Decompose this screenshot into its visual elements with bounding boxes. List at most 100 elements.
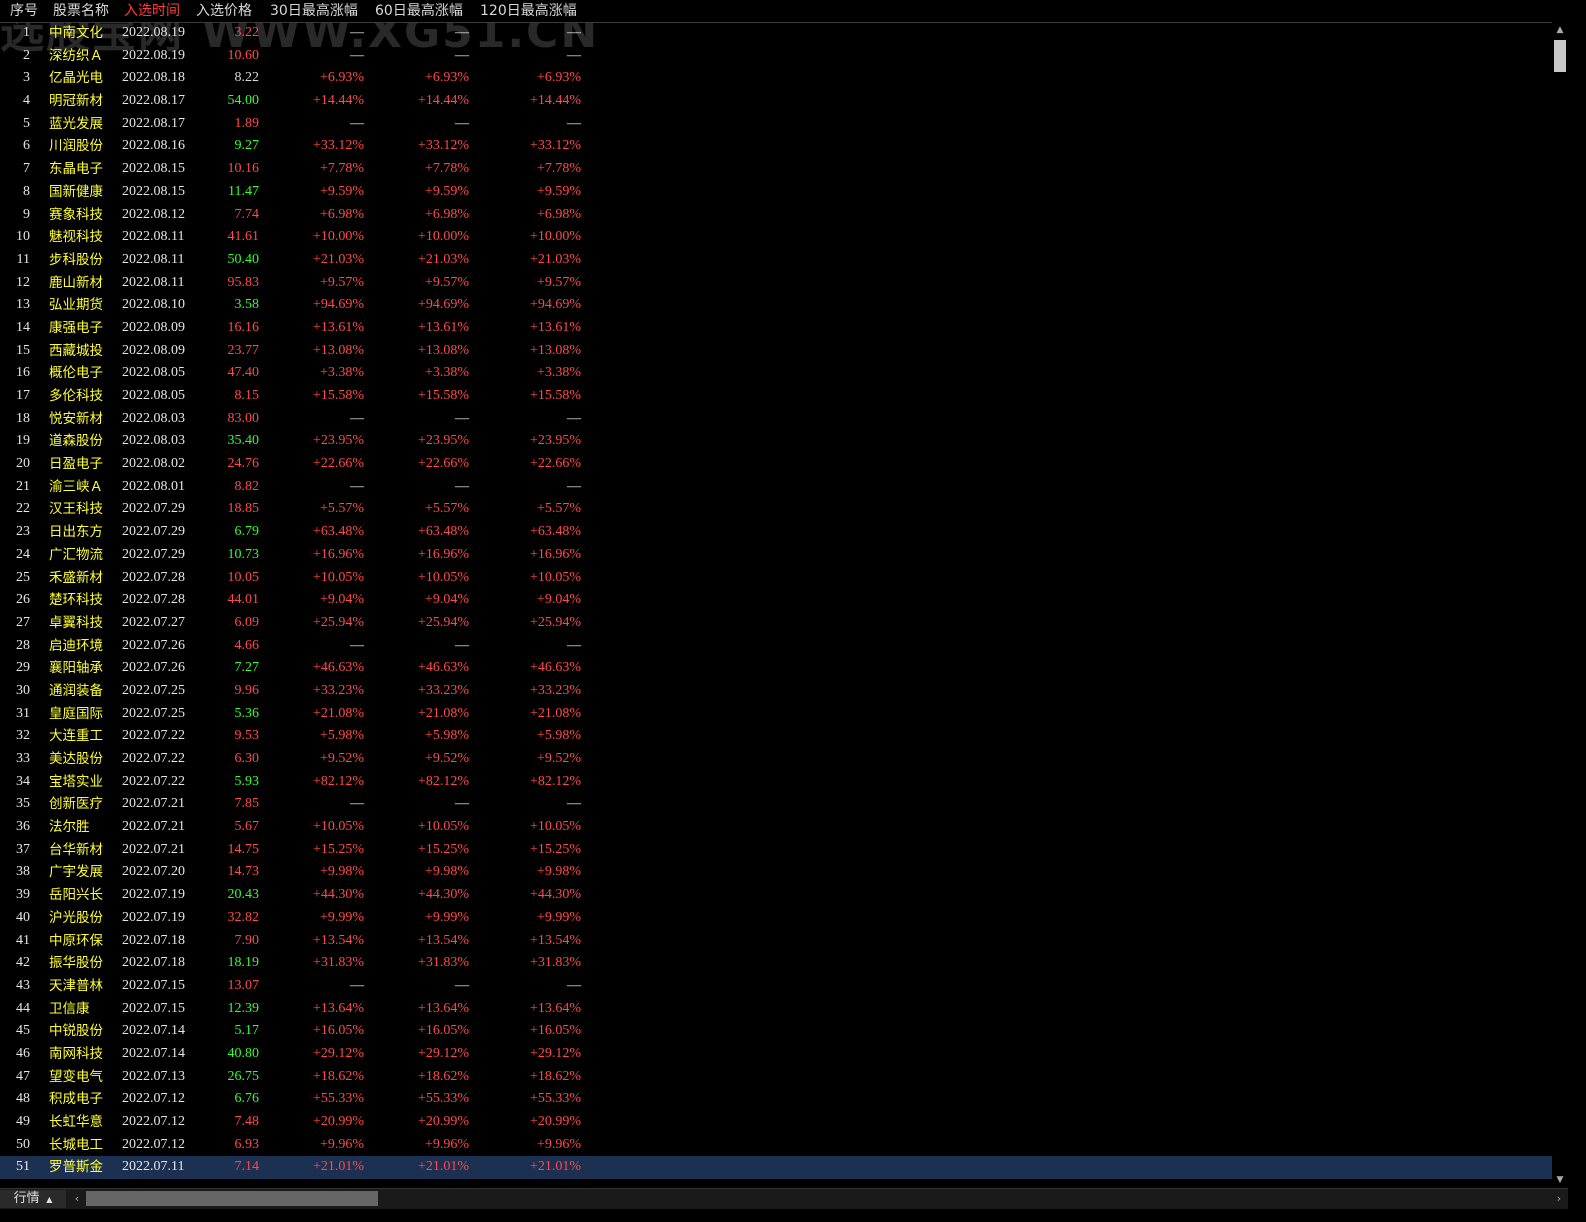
header-price[interactable]: 入选价格 (196, 0, 252, 22)
row-number: 39 (16, 887, 30, 903)
table-row[interactable]: 41 中原环保 2022.07.18 7.90 +13.54% +13.54% +13.54… (0, 930, 1552, 953)
table-row[interactable]: 21 渝三峡Ａ 2022.08.01 8.82 — — — (0, 476, 1552, 499)
gain-60d: — (455, 637, 469, 653)
gain-30d: — (350, 796, 364, 812)
table-row[interactable]: 16 概伦电子 2022.08.05 47.40 +3.38% +3.38% +3.38% (0, 362, 1552, 385)
header-name[interactable]: 股票名称 (53, 0, 109, 22)
table-row[interactable]: 24 广汇物流 2022.07.29 10.73 +16.96% +16.96% +16.9… (0, 544, 1552, 567)
stock-name: 渝三峡Ａ (49, 478, 103, 495)
vertical-scrollbar[interactable]: ▲ ▼ (1552, 22, 1568, 1188)
header-gain-60d[interactable]: 60日最高涨幅 (375, 0, 463, 22)
table-row[interactable]: 8 国新健康 2022.08.15 11.47 +9.59% +9.59% +9.59% (0, 181, 1552, 204)
row-number: 44 (16, 1000, 30, 1016)
table-row[interactable]: 38 广宇发展 2022.07.20 14.73 +9.98% +9.98% +9.98% (0, 861, 1552, 884)
table-row[interactable]: 32 大连重工 2022.07.22 9.53 +5.98% +5.98% +5.98% (0, 725, 1552, 748)
table-row[interactable]: 47 望变电气 2022.07.13 26.75 +18.62% +18.62% +18.6… (0, 1066, 1552, 1089)
table-row[interactable]: 37 台华新材 2022.07.21 14.75 +15.25% +15.25% +15.2… (0, 839, 1552, 862)
row-number: 51 (16, 1159, 30, 1175)
selection-date: 2022.08.09 (122, 342, 185, 358)
table-row[interactable]: 29 襄阳轴承 2022.07.26 7.27 +46.63% +46.63% +46.63… (0, 657, 1552, 680)
table-row[interactable]: 18 悦安新材 2022.08.03 83.00 — — — (0, 408, 1552, 431)
stock-name: 日盈电子 (49, 456, 103, 473)
table-row[interactable]: 39 岳阳兴长 2022.07.19 20.43 +44.30% +44.30% +44.3… (0, 884, 1552, 907)
table-row[interactable]: 23 日出东方 2022.07.29 6.79 +63.48% +63.48% +63.48… (0, 521, 1552, 544)
header-gain-30d[interactable]: 30日最高涨幅 (270, 0, 358, 22)
row-number: 12 (16, 274, 30, 290)
table-row[interactable]: 22 汉王科技 2022.07.29 18.85 +5.57% +5.57% +5.57% (0, 498, 1552, 521)
table-row[interactable]: 33 美达股份 2022.07.22 6.30 +9.52% +9.52% +9.52% (0, 748, 1552, 771)
selection-price: 54.00 (227, 93, 260, 109)
table-row[interactable]: 20 日盈电子 2022.08.02 24.76 +22.66% +22.66% +22.6… (0, 453, 1552, 476)
table-row[interactable]: 12 鹿山新材 2022.08.11 95.83 +9.57% +9.57% +9.57% (0, 272, 1552, 295)
table-row[interactable]: 30 通润装备 2022.07.25 9.96 +33.23% +33.23% +33.23… (0, 680, 1552, 703)
table-row[interactable]: 45 中锐股份 2022.07.14 5.17 +16.05% +16.05% +16.05… (0, 1020, 1552, 1043)
table-row[interactable]: 34 宝塔实业 2022.07.22 5.93 +82.12% +82.12% +82.12… (0, 771, 1552, 794)
selection-price: 10.16 (227, 161, 260, 177)
gain-120d: +25.94% (529, 614, 581, 630)
gain-30d: +20.99% (312, 1114, 364, 1129)
table-row[interactable]: 13 弘业期货 2022.08.10 3.58 +94.69% +94.69% +94.69… (0, 294, 1552, 317)
gain-60d: +10.00% (417, 229, 469, 245)
tab-market[interactable]: 行情 ▲ (0, 1190, 66, 1208)
table-row[interactable]: 14 康强电子 2022.08.09 16.16 +13.61% +13.61% +13.6… (0, 317, 1552, 340)
table-row[interactable]: 3 亿晶光电 2022.08.18 8.22 +6.93% +6.93% +6.93% (0, 67, 1552, 90)
gain-120d: +6.98% (536, 206, 581, 222)
selection-date: 2022.08.15 (122, 161, 185, 177)
table-row[interactable]: 6 川润股份 2022.08.16 9.27 +33.12% +33.12% +33.12% (0, 135, 1552, 158)
selection-date: 2022.07.15 (122, 1000, 185, 1016)
table-row[interactable]: 49 长虹华意 2022.07.12 7.48 +20.99% +20.99% +20.99… (0, 1111, 1552, 1134)
chevron-right-icon[interactable]: › (1552, 1190, 1566, 1208)
scroll-down-icon[interactable]: ▼ (1552, 1172, 1568, 1188)
header-gain-120d[interactable]: 120日最高涨幅 (480, 0, 577, 22)
selection-price: 7.85 (234, 796, 260, 812)
gain-120d: +18.62% (529, 1068, 581, 1084)
table-row[interactable]: 11 步科股份 2022.08.11 50.40 +21.03% +21.03% +21.0… (0, 249, 1552, 272)
table-row[interactable]: 2 深纺织Ａ 2022.08.19 10.60 — — — (0, 45, 1552, 68)
row-number: 14 (16, 319, 30, 335)
scroll-thumb[interactable] (1554, 40, 1566, 72)
table-row[interactable]: 27 卓翼科技 2022.07.27 6.09 +25.94% +25.94% +25.94… (0, 612, 1552, 635)
table-row[interactable]: 5 蓝光发展 2022.08.17 1.89 — — — (0, 113, 1552, 136)
gain-30d: +10.00% (312, 229, 364, 245)
table-row[interactable]: 35 创新医疗 2022.07.21 7.85 — — — (0, 793, 1552, 816)
row-number: 40 (16, 909, 30, 925)
table-row[interactable]: 4 明冠新材 2022.08.17 54.00 +14.44% +14.44% +14.44… (0, 90, 1552, 113)
gain-120d: +55.33% (529, 1091, 581, 1107)
horizontal-scroll-thumb[interactable] (86, 1191, 378, 1206)
table-row[interactable]: 10 魅视科技 2022.08.11 41.61 +10.00% +10.00% +10.0… (0, 226, 1552, 249)
table-row[interactable]: 7 东晶电子 2022.08.15 10.16 +7.78% +7.78% +7.78% (0, 158, 1552, 181)
table-row[interactable]: 42 振华股份 2022.07.18 18.19 +31.83% +31.83% +31.8… (0, 952, 1552, 975)
table-row[interactable]: 36 法尔胜 2022.07.21 5.67 +10.05% +10.05% +10.05% (0, 816, 1552, 839)
stock-name: 蓝光发展 (49, 115, 103, 132)
table-row[interactable]: 17 多伦科技 2022.08.05 8.15 +15.58% +15.58% +15.58… (0, 385, 1552, 408)
table-row[interactable]: 44 卫信康 2022.07.15 12.39 +13.64% +13.64% +13.64… (0, 998, 1552, 1021)
gain-120d: +63.48% (529, 524, 581, 540)
gain-30d: +9.59% (319, 183, 364, 199)
header-time[interactable]: 入选时间 (124, 0, 180, 22)
stock-name: 深纺织Ａ (49, 47, 103, 64)
stock-name: 多伦科技 (49, 388, 103, 404)
selection-price: 6.30 (234, 751, 260, 766)
table-row[interactable]: 31 皇庭国际 2022.07.25 5.36 +21.08% +21.08% +21.08… (0, 703, 1552, 726)
table-row[interactable]: 50 长城电工 2022.07.12 6.93 +9.96% +9.96% +9.96% (0, 1134, 1552, 1157)
table-row[interactable]: 26 楚环科技 2022.07.28 44.01 +9.04% +9.04% +9.04% (0, 589, 1552, 612)
stock-name: 襄阳轴承 (49, 660, 103, 677)
table-row[interactable]: 28 启迪环境 2022.07.26 4.66 — — — (0, 635, 1552, 658)
table-row[interactable]: 51 罗普斯金 2022.07.11 7.14 +21.01% +21.01% +21.01… (0, 1156, 1552, 1180)
table-row[interactable]: 43 天津普林 2022.07.15 13.07 — — — (0, 975, 1552, 998)
chevron-left-icon[interactable]: ‹ (70, 1190, 84, 1208)
header-no[interactable]: 序号 (10, 0, 38, 22)
table-row[interactable]: 19 道森股份 2022.08.03 35.40 +23.95% +23.95% +23.9… (0, 430, 1552, 453)
stock-name: 西藏城投 (49, 342, 103, 359)
selection-date: 2022.07.18 (122, 932, 185, 948)
table-row[interactable]: 48 积成电子 2022.07.12 6.76 +55.33% +55.33% +55.33… (0, 1088, 1552, 1111)
table-row[interactable]: 1 中南文化 2022.08.19 3.22 — — — (0, 22, 1552, 45)
stock-table: 1 中南文化 2022.08.19 3.22 — — — 2 深纺织Ａ 2022.08.19 10.… (0, 22, 1552, 1180)
table-row[interactable]: 25 禾盛新材 2022.07.28 10.05 +10.05% +10.05% +10.0… (0, 567, 1552, 590)
scroll-up-icon[interactable]: ▲ (1552, 22, 1568, 38)
table-row[interactable]: 9 赛象科技 2022.08.12 7.74 +6.98% +6.98% +6.98% (0, 204, 1552, 227)
table-row[interactable]: 15 西藏城投 2022.08.09 23.77 +13.08% +13.08% +13.0… (0, 340, 1552, 363)
table-row[interactable]: 46 南网科技 2022.07.14 40.80 +29.12% +29.12% +29.1… (0, 1043, 1552, 1066)
table-row[interactable]: 40 沪光股份 2022.07.19 32.82 +9.99% +9.99% +9.99% (0, 907, 1552, 930)
gain-60d: — (455, 977, 469, 993)
